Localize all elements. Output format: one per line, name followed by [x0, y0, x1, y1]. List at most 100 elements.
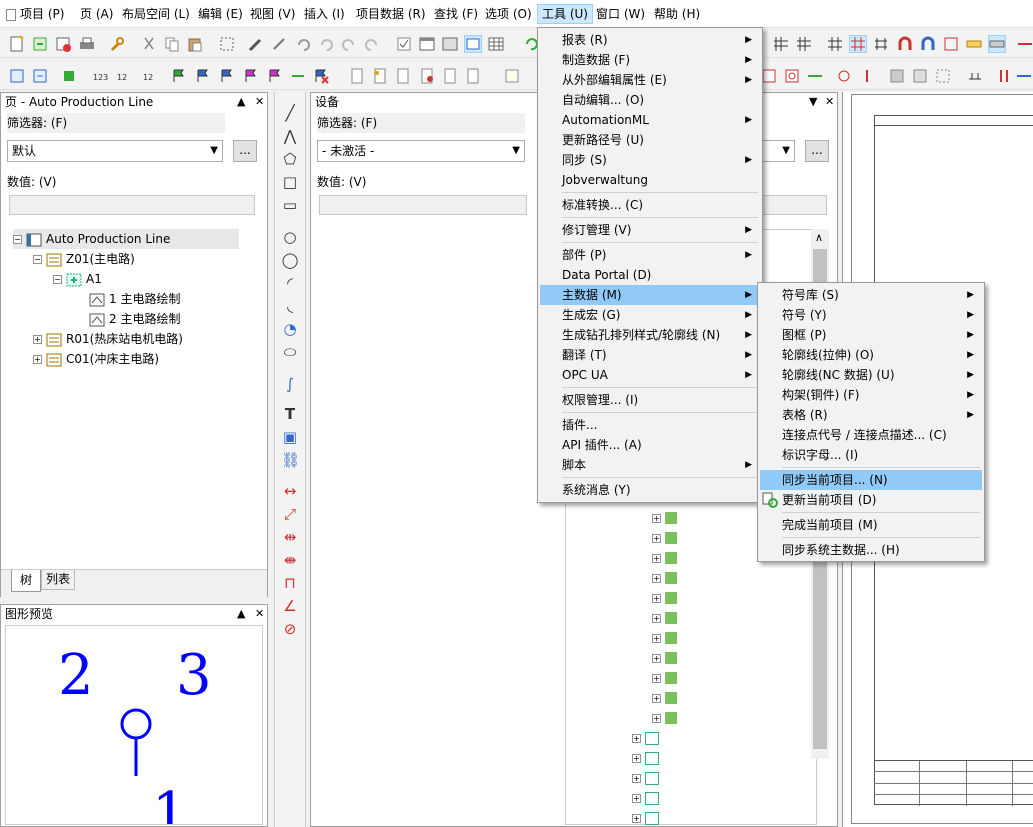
- menu-item-addins[interactable]: 插件...: [540, 415, 760, 435]
- close-icon[interactable]: ✕: [255, 93, 264, 111]
- menu-item-translate[interactable]: 翻译 (T) ▶: [540, 345, 760, 365]
- menu-help[interactable]: 帮助 (H): [650, 4, 704, 24]
- flag-b-icon[interactable]: [194, 67, 212, 85]
- input-point-icon[interactable]: [942, 35, 960, 53]
- tab-list[interactable]: 列表: [41, 570, 75, 590]
- menu-item-update-path[interactable]: 更新路径号 (U): [540, 130, 760, 150]
- tree-root[interactable]: − Auto Production Line: [13, 229, 239, 249]
- menu-project[interactable]: 项目 (P): [2, 4, 68, 24]
- tree-item-page-1[interactable]: 1 主电路绘制: [89, 289, 180, 309]
- menu-item-api-addins[interactable]: API 插件... (A): [540, 435, 760, 455]
- pin-icon[interactable]: ▲: [237, 93, 245, 111]
- expand-icon[interactable]: +: [652, 593, 661, 603]
- open-project-icon[interactable]: [31, 35, 49, 53]
- submenu-item-symbol-library[interactable]: 符号库 (S) ▶: [760, 285, 982, 305]
- wrench-icon[interactable]: [108, 35, 126, 53]
- magnet-a-icon[interactable]: [896, 35, 914, 53]
- paste-icon[interactable]: [186, 35, 204, 53]
- select-area-icon[interactable]: [218, 35, 236, 53]
- expand-icon[interactable]: +: [652, 653, 661, 663]
- polyline-icon[interactable]: ⋀: [281, 127, 299, 145]
- expand-icon[interactable]: +: [652, 533, 661, 543]
- pin-icon[interactable]: ▼: [809, 93, 817, 111]
- expand-icon[interactable]: +: [33, 335, 42, 344]
- device-row[interactable]: +: [652, 652, 677, 668]
- expand-icon[interactable]: +: [652, 713, 661, 723]
- doc-f-icon[interactable]: [464, 67, 482, 85]
- window-layout-icon[interactable]: [418, 35, 436, 53]
- device-row[interactable]: +: [652, 712, 677, 728]
- line-icon[interactable]: ╱: [281, 104, 299, 122]
- hatch-c-icon[interactable]: [934, 67, 952, 85]
- snap-grid-icon[interactable]: [849, 35, 867, 53]
- new-icon[interactable]: [8, 35, 26, 53]
- arc-icon[interactable]: ◜: [281, 274, 299, 292]
- doc-a-icon[interactable]: [348, 67, 366, 85]
- menu-options[interactable]: 选项 (O): [481, 4, 536, 24]
- expand-icon[interactable]: +: [632, 754, 641, 763]
- circle-3pt-icon[interactable]: ◯: [281, 251, 299, 269]
- print-icon[interactable]: [78, 35, 96, 53]
- flag-a-icon[interactable]: [170, 67, 188, 85]
- menu-item-sync[interactable]: 同步 (S) ▶: [540, 150, 760, 170]
- submenu-item-outline-nc[interactable]: 轮廓线(NC 数据) (U) ▶: [760, 365, 982, 385]
- value-input-right[interactable]: [759, 195, 827, 215]
- menu-tools[interactable]: 工具 (U): [537, 4, 593, 24]
- menu-item-automationml[interactable]: AutomationML ▶: [540, 110, 760, 130]
- plug-icon[interactable]: [995, 67, 1013, 85]
- menu-item-master-data[interactable]: 主数据 (M) ▶: [540, 285, 760, 305]
- collapse-icon[interactable]: −: [13, 235, 22, 244]
- menu-item-drilling-pattern[interactable]: 生成钻孔排列样式/轮廓线 (N) ▶: [540, 325, 760, 345]
- doc-c-icon[interactable]: [394, 67, 412, 85]
- menu-window[interactable]: 窗口 (W): [592, 4, 649, 24]
- sector-icon[interactable]: ◔: [281, 320, 299, 338]
- symbol-b-icon[interactable]: [783, 67, 801, 85]
- expand-icon[interactable]: +: [652, 693, 661, 703]
- check-icon[interactable]: [395, 35, 413, 53]
- menu-insert[interactable]: 插入 (I): [300, 4, 349, 24]
- hatch-a-icon[interactable]: [888, 67, 906, 85]
- submenu-item-sync-current-project[interactable]: 同步当前项目... (N): [760, 470, 982, 490]
- device-row[interactable]: +: [652, 632, 677, 648]
- device-row[interactable]: +: [652, 552, 677, 568]
- close-icon[interactable]: ✕: [825, 93, 834, 111]
- filter-select[interactable]: - 未激活 - ▼: [317, 140, 525, 162]
- dimension-aligned-icon[interactable]: ⤢: [281, 505, 299, 523]
- menu-item-manufacturing-data[interactable]: 制造数据 (F) ▶: [540, 50, 760, 70]
- tab-tree[interactable]: 树: [11, 570, 41, 592]
- wire-icon[interactable]: [1016, 35, 1033, 53]
- window-split-icon[interactable]: [441, 35, 459, 53]
- device-row[interactable]: +: [652, 692, 677, 708]
- expand-icon[interactable]: +: [652, 573, 661, 583]
- menu-item-auto-edit[interactable]: 自动编辑... (O): [540, 90, 760, 110]
- graphical-editor-icon[interactable]: [464, 35, 482, 53]
- dimension-baseline-icon[interactable]: ⊓: [281, 574, 299, 592]
- flag-c-icon[interactable]: [218, 67, 236, 85]
- menu-find[interactable]: 查找 (F): [430, 4, 482, 24]
- undo-list-icon[interactable]: [317, 35, 335, 53]
- device-row[interactable]: +: [632, 812, 659, 827]
- doc-e-icon[interactable]: [441, 67, 459, 85]
- hatch-b-icon[interactable]: [911, 67, 929, 85]
- undo-icon[interactable]: [294, 35, 312, 53]
- menu-edit[interactable]: 编辑 (E): [194, 4, 247, 24]
- submenu-item-sync-system-master-data[interactable]: 同步系统主数据... (H): [760, 540, 982, 560]
- submenu-item-forms[interactable]: 表格 (R) ▶: [760, 405, 982, 425]
- expand-icon[interactable]: +: [652, 613, 661, 623]
- device-row[interactable]: +: [632, 792, 659, 808]
- ellipse-icon[interactable]: ⬭: [281, 343, 299, 361]
- collapse-icon[interactable]: −: [53, 275, 62, 284]
- menu-item-external-edit[interactable]: 从外部编辑属性 (E) ▶: [540, 70, 760, 90]
- cut-icon[interactable]: [140, 35, 158, 53]
- menu-item-parts[interactable]: 部件 (P) ▶: [540, 245, 760, 265]
- device-row[interactable]: +: [652, 672, 677, 688]
- page-new-icon[interactable]: [8, 67, 26, 85]
- terminal-icon[interactable]: [966, 67, 984, 85]
- menu-project-data[interactable]: 项目数据 (R): [352, 4, 430, 24]
- doc-d-icon[interactable]: [418, 67, 436, 85]
- device-row[interactable]: +: [632, 732, 659, 748]
- menu-item-reports[interactable]: 报表 (R) ▶: [540, 30, 760, 50]
- dimension-incremental-icon[interactable]: ⇼: [281, 551, 299, 569]
- hyperlink-icon[interactable]: ⛓: [281, 451, 300, 469]
- submenu-item-identifier-letters[interactable]: 标识字母... (I): [760, 445, 982, 465]
